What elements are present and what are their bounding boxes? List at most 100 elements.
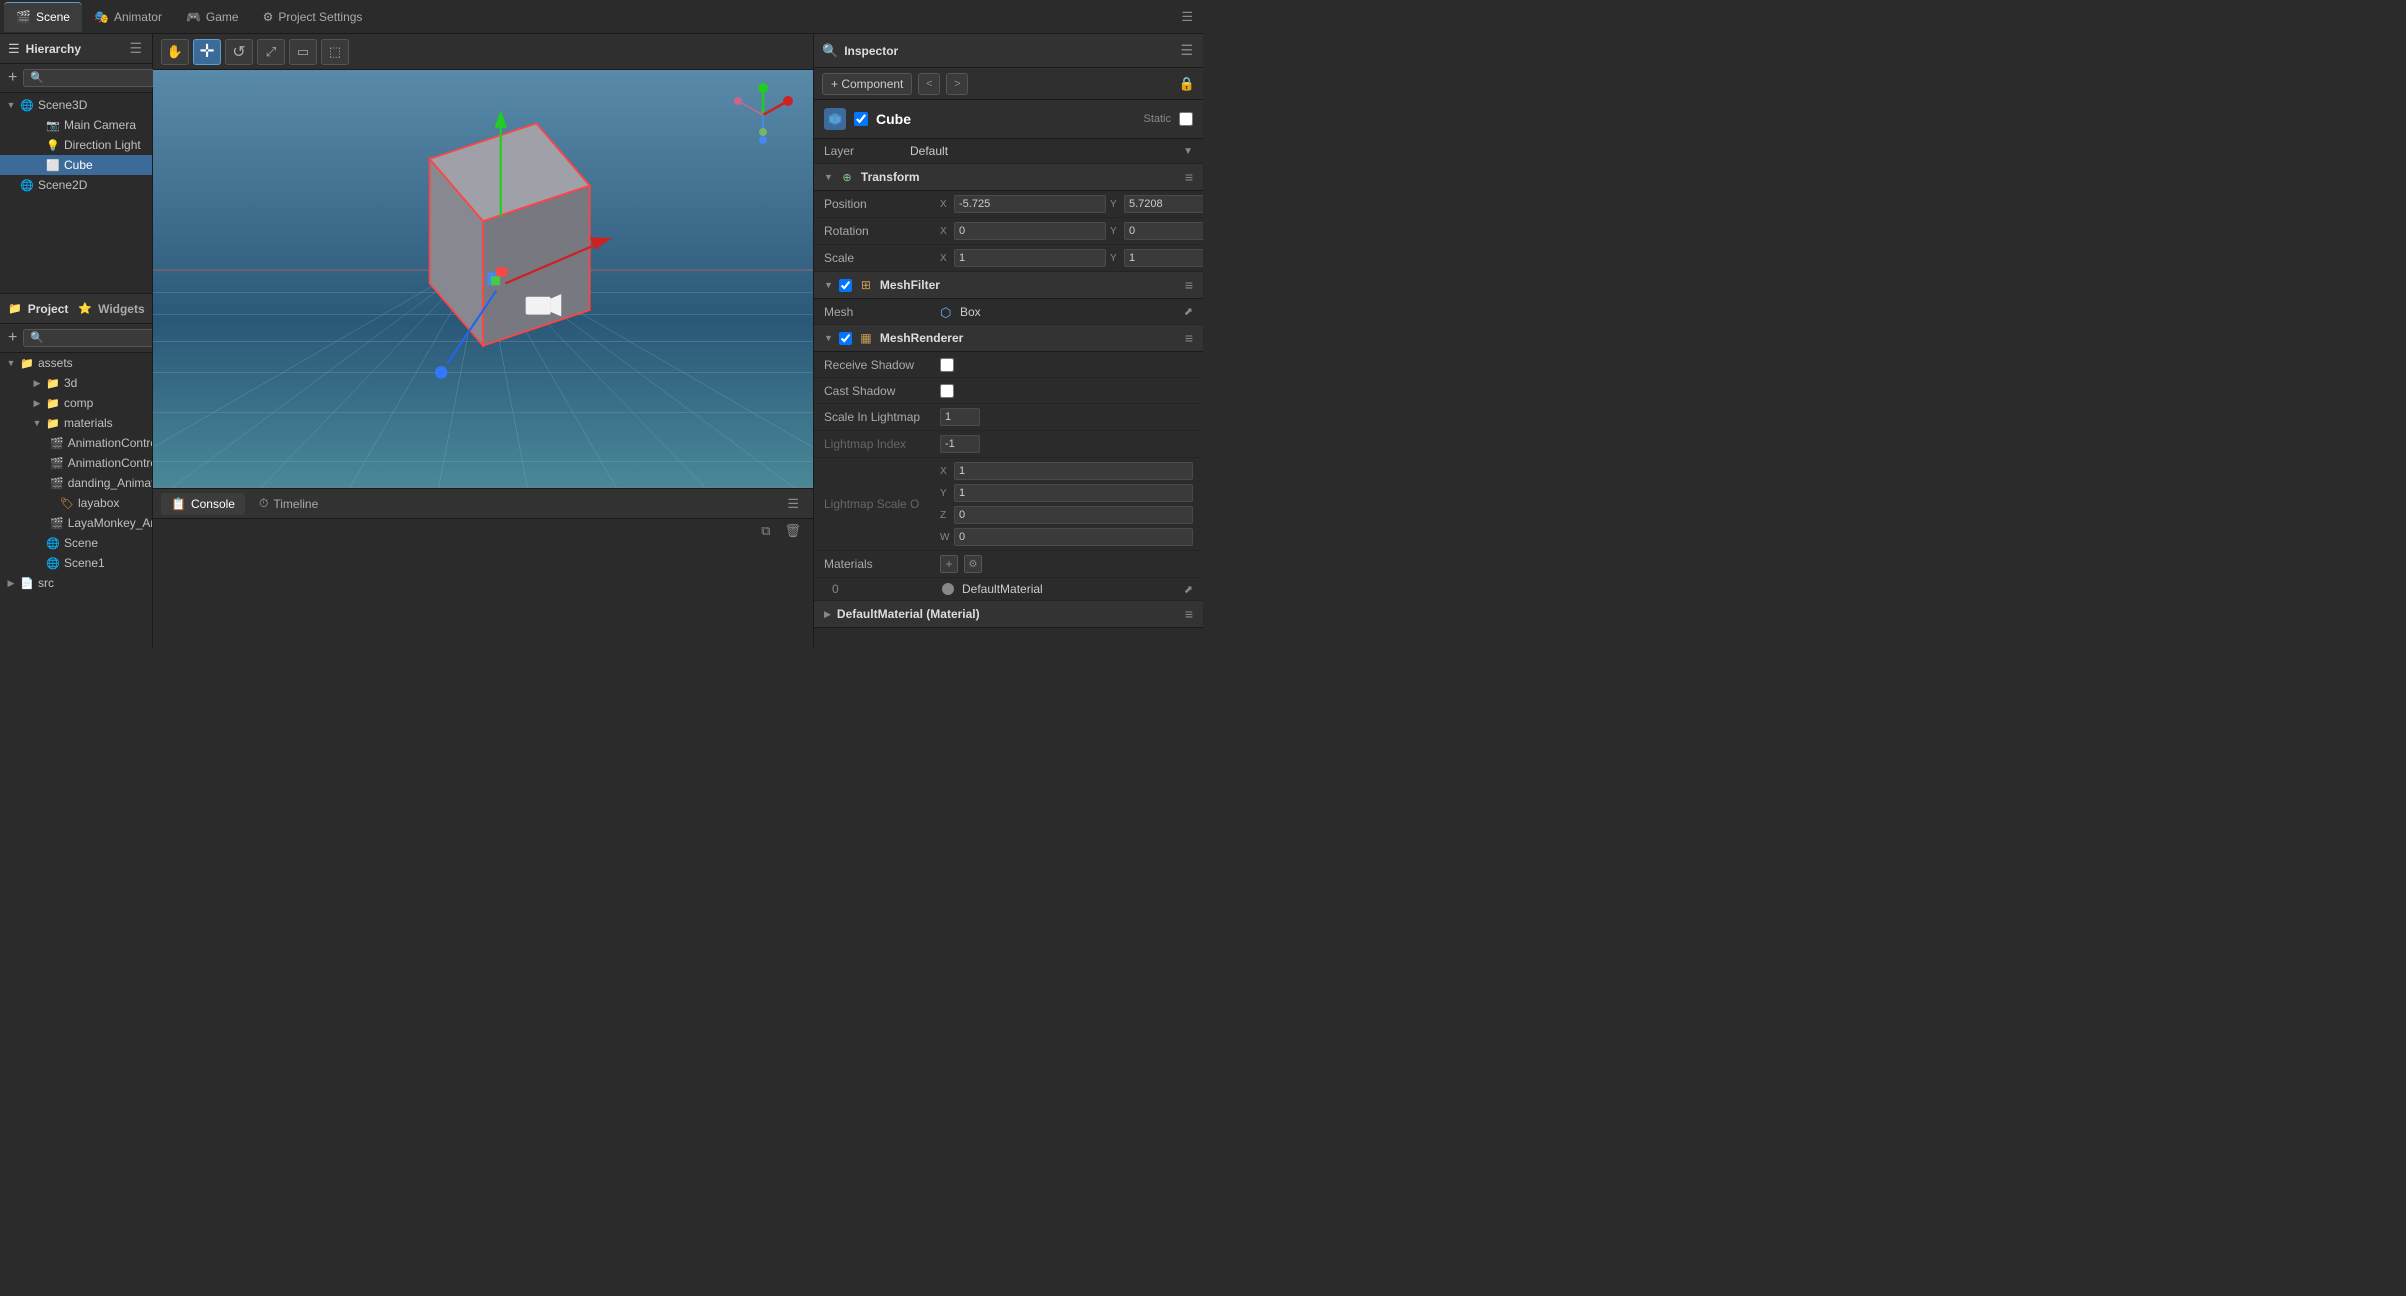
tool-rect-btn[interactable]: ⬚: [321, 39, 349, 65]
hierarchy-menu-btn[interactable]: ☰: [127, 38, 144, 59]
tool-rotate-btn[interactable]: ↺: [225, 39, 253, 65]
cast-shadow-checkbox[interactable]: [940, 384, 954, 398]
project-item-src[interactable]: 📄 src: [0, 573, 152, 593]
project-item-scene1[interactable]: 🌐 Scene1: [0, 553, 152, 573]
lightmap-scale-x-input[interactable]: [954, 462, 1193, 480]
meshfilter-enabled-checkbox[interactable]: [839, 279, 852, 292]
tab-scene[interactable]: 🎬 Scene: [4, 2, 82, 32]
hierarchy-item-scene2d[interactable]: 🌐 Scene2D: [0, 175, 152, 195]
project-search-input[interactable]: [23, 329, 153, 347]
meshfilter-menu-btn[interactable]: ≡: [1185, 277, 1193, 293]
meshrenderer-menu-btn[interactable]: ≡: [1185, 330, 1193, 346]
console-label: Console: [191, 497, 235, 511]
materials-add-btn[interactable]: +: [940, 555, 958, 573]
scale-x-input[interactable]: [954, 249, 1106, 267]
tool-move-btn[interactable]: ✛: [193, 39, 221, 65]
tool-hand-btn[interactable]: ✋: [161, 39, 189, 65]
console-clear-btn[interactable]: 🗑: [780, 521, 805, 541]
position-label: Position: [824, 197, 934, 211]
meshfilter-section-header[interactable]: ▼ ⊞ MeshFilter ≡: [814, 272, 1203, 299]
add-component-btn[interactable]: + Component: [822, 73, 912, 95]
scene-asset-icon: 🌐: [46, 536, 60, 550]
tab-console[interactable]: 📋 Console: [161, 493, 245, 515]
tab-game[interactable]: 🎮 Game: [174, 2, 251, 32]
project-item-anim-ctrl-sub[interactable]: 🎬 AnimationControllerSub: [0, 453, 152, 473]
rotation-y-input[interactable]: [1124, 222, 1203, 240]
transform-menu-btn[interactable]: ≡: [1185, 169, 1193, 185]
default-material-section-header[interactable]: ▶ DefaultMaterial (Material) ≡: [814, 601, 1203, 628]
position-row: Position X Y Z: [814, 191, 1203, 218]
hierarchy-header: ☰ Hierarchy ☰: [0, 34, 152, 64]
comp-icon: 📁: [46, 396, 60, 410]
project-item-layabox[interactable]: 🏷 layabox: [0, 493, 152, 513]
tab-animator[interactable]: 🎭 Animator: [82, 2, 174, 32]
hierarchy-item-main-camera[interactable]: 📷 Main Camera: [0, 115, 152, 135]
console-menu-btn[interactable]: ☰: [781, 496, 805, 512]
scene-3d-container[interactable]: [153, 70, 813, 488]
meshrenderer-title: MeshRenderer: [880, 331, 1179, 345]
obj-enabled-checkbox[interactable]: [854, 112, 868, 126]
scale-y-input[interactable]: [1124, 249, 1203, 267]
scale-lightmap-input[interactable]: [940, 408, 980, 426]
lightmap-scale-z-input[interactable]: [954, 506, 1193, 524]
materials-settings-btn[interactable]: ⚙: [964, 555, 982, 573]
rotation-values: X Y Z: [940, 222, 1203, 240]
materials-arrow: [32, 418, 42, 428]
hierarchy-item-direction-light[interactable]: 💡 Direction Light: [0, 135, 152, 155]
scene-tab-icon: 🎬: [16, 10, 31, 24]
rotation-x-input[interactable]: [954, 222, 1106, 240]
animator-tab-label: Animator: [114, 10, 162, 24]
lightmap-index-input[interactable]: [940, 435, 980, 453]
default-material-menu-btn[interactable]: ≡: [1185, 606, 1193, 622]
layer-dropdown-btn[interactable]: ▼: [1183, 146, 1193, 157]
lightmap-index-row: Lightmap Index: [814, 431, 1203, 458]
scale-label: Scale: [824, 251, 934, 265]
project-item-anim-ctrl[interactable]: 🎬 AnimationController: [0, 433, 152, 453]
scale-y-label: Y: [1110, 253, 1122, 264]
project-item-assets[interactable]: 📁 assets: [0, 353, 152, 373]
inspector-menu-btn[interactable]: ☰: [1178, 40, 1195, 61]
lock-btn[interactable]: 🔒: [1179, 76, 1195, 92]
tool-transform-btn[interactable]: ▭: [289, 39, 317, 65]
position-values: X Y Z: [940, 195, 1203, 213]
position-y-input[interactable]: [1124, 195, 1203, 213]
receive-shadow-checkbox[interactable]: [940, 358, 954, 372]
scale-values: X Y Z: [940, 249, 1203, 267]
hierarchy-item-cube[interactable]: ⬜ Cube: [0, 155, 152, 175]
mesh-link-btn[interactable]: ⬈: [1184, 305, 1193, 318]
hierarchy-tree: 🌐 Scene3D 📷 Main Camera 💡 Direction Ligh…: [0, 93, 152, 293]
tab-project-settings[interactable]: ⚙ Project Settings: [251, 2, 375, 32]
console-copy-btn[interactable]: ⧉: [757, 521, 774, 541]
project-icon: 📁: [8, 302, 22, 315]
transform-section-header[interactable]: ▼ ⊕ Transform ≡: [814, 164, 1203, 191]
3d-label: 3d: [64, 376, 77, 390]
top-tab-menu[interactable]: ☰: [1175, 9, 1199, 25]
meshrenderer-enabled-checkbox[interactable]: [839, 332, 852, 345]
lightmap-scale-y-input[interactable]: [954, 484, 1193, 502]
project-item-scene[interactable]: 🌐 Scene: [0, 533, 152, 553]
tool-scale-btn[interactable]: ⤢: [257, 39, 285, 65]
rotation-y-label: Y: [1110, 226, 1122, 237]
nav-back-btn[interactable]: <: [918, 73, 940, 95]
project-item-layamonkey-anim[interactable]: 🎬 LayaMonkey_Animator: [0, 513, 152, 533]
project-item-3d[interactable]: 📁 3d: [0, 373, 152, 393]
lightmap-scale-w-input[interactable]: [954, 528, 1193, 546]
mat-link-btn-0[interactable]: ⬈: [1184, 583, 1193, 596]
hierarchy-item-scene3d[interactable]: 🌐 Scene3D: [0, 95, 152, 115]
hierarchy-add-btn[interactable]: +: [6, 67, 19, 89]
add-component-label: + Component: [831, 77, 903, 91]
position-x-input[interactable]: [954, 195, 1106, 213]
tab-timeline[interactable]: ⏱ Timeline: [249, 492, 328, 515]
rotation-y-coord: Y: [1110, 222, 1203, 240]
nav-forward-btn[interactable]: >: [946, 73, 968, 95]
layer-label: Layer: [824, 144, 904, 158]
scale-y-coord: Y: [1110, 249, 1203, 267]
meshrenderer-section-header[interactable]: ▼ ▦ MeshRenderer ≡: [814, 325, 1203, 352]
project-item-materials[interactable]: 📁 materials: [0, 413, 152, 433]
project-item-comp[interactable]: 📁 comp: [0, 393, 152, 413]
project-item-danding-anim[interactable]: 🎬 danding_Animator: [0, 473, 152, 493]
obj-name: Cube: [876, 111, 1135, 127]
static-label: Static: [1143, 113, 1171, 125]
project-add-btn[interactable]: +: [6, 327, 19, 349]
static-checkbox[interactable]: [1179, 112, 1193, 126]
